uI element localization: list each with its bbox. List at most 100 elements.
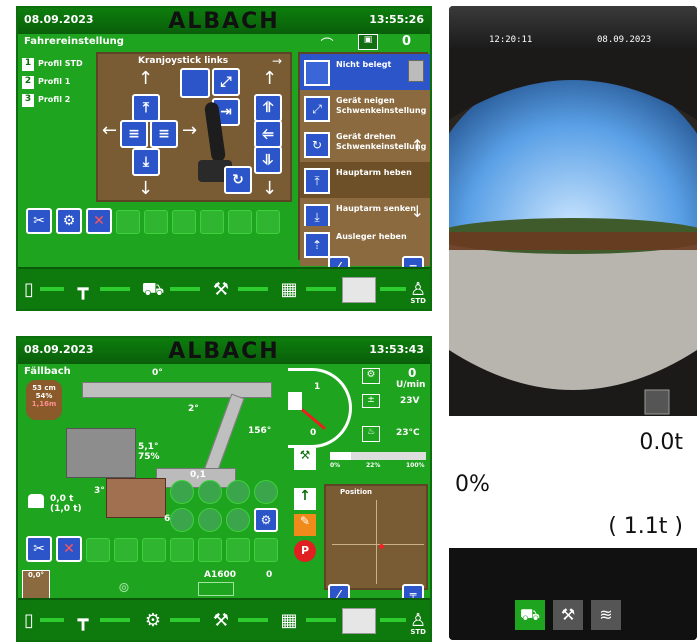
boom-lower-icon[interactable]: ⤓	[132, 148, 160, 176]
time-display: 13:55:26	[369, 13, 424, 26]
empty-slot[interactable]	[142, 538, 166, 562]
engine-icon[interactable]	[198, 582, 234, 596]
tool-slot-1-icon[interactable]: ✂	[26, 536, 52, 562]
rotor-down-icon[interactable]: ⥥	[254, 146, 282, 174]
function-slot[interactable]	[226, 508, 250, 532]
fuel-icon[interactable]: ▯	[22, 608, 36, 634]
empty-slot[interactable]	[200, 210, 224, 234]
empty-slot[interactable]	[116, 210, 140, 234]
weight-total: (1,0 t)	[50, 504, 82, 514]
crane-view-icon[interactable]: ⛟	[515, 600, 545, 630]
harvester-icon[interactable]: ⛟	[138, 277, 168, 303]
selected-slot-icon[interactable]	[180, 68, 210, 98]
function-active-icon[interactable]: ⚙	[254, 508, 278, 532]
function-list: Nicht belegt ⤢ Gerät neigen Schwenkeinst…	[298, 52, 430, 266]
profile-item[interactable]: 1 Profil STD	[22, 58, 92, 73]
arrow-left-icon: ←	[102, 120, 118, 141]
tool-slot-2-icon[interactable]: ✕	[56, 536, 82, 562]
function-row[interactable]: ↻ Gerät drehen Schwenkeinstellung ↑	[300, 126, 430, 166]
angle-box[interactable]: 0,0°	[22, 570, 50, 600]
camera-info-panel: 0.0t 0% ( 1.1t )	[449, 416, 697, 548]
function-slot[interactable]	[254, 480, 278, 504]
crane-mode-icon[interactable]: ▣	[358, 34, 378, 50]
slew-right-icon[interactable]: ≡	[150, 120, 178, 148]
rotor-up-icon[interactable]: ⥣	[254, 94, 282, 122]
arrow-up-icon[interactable]: ↑	[294, 488, 316, 510]
parking-brake-icon[interactable]: P	[294, 540, 316, 562]
position-pad[interactable]: Position	[324, 484, 428, 590]
tools-icon[interactable]: ⚒	[553, 600, 583, 630]
function-slot[interactable]	[198, 508, 222, 532]
swing-icon[interactable]: ↻	[224, 166, 252, 194]
empty-slot[interactable]	[226, 538, 250, 562]
tool-slot-1-icon[interactable]: ✂	[26, 208, 52, 234]
driver-settings-screen: 08.09.2023 ALBACH 13:55:26 Fahrereinstel…	[16, 6, 432, 311]
camera-image	[449, 50, 697, 416]
rotor-mid-icon[interactable]: ⥢	[254, 120, 282, 148]
profile-item[interactable]: 3 Profil 2	[22, 94, 92, 109]
tool-slot-3-icon[interactable]: ✕	[86, 208, 112, 234]
display-icon[interactable]	[342, 277, 376, 303]
tools-icon[interactable]: ⚒	[206, 277, 236, 303]
wifi-icon[interactable]: ≋	[591, 600, 621, 630]
function-slot[interactable]	[226, 480, 250, 504]
profile-number: 1	[22, 58, 34, 71]
empty-slot[interactable]	[198, 538, 222, 562]
steering-icon[interactable]: ⊚	[118, 580, 130, 596]
angle-value: 0,0°	[28, 571, 44, 579]
voltage-value: 23V	[400, 396, 420, 406]
trash-icon[interactable]	[408, 60, 424, 82]
fence-icon[interactable]: ▦	[274, 277, 304, 303]
display-icon[interactable]	[342, 608, 376, 634]
function-slot[interactable]	[170, 508, 194, 532]
separator	[380, 287, 406, 291]
bar-scale-min: 0%	[330, 462, 341, 469]
engine-icon: ⚙	[362, 368, 380, 384]
top-status-bar: 08.09.2023 ALBACH 13:55:26	[18, 8, 430, 34]
arrow-up-icon: ↑	[410, 136, 424, 155]
empty-slot[interactable]	[114, 538, 138, 562]
slew-left-icon[interactable]: ≡	[120, 120, 148, 148]
boom-graphic	[82, 382, 272, 398]
arrow-up-icon: ↑	[138, 68, 154, 89]
function-label: Gerät neigen Schwenkeinstellung	[336, 96, 427, 115]
rpm-unit: U/min	[396, 380, 426, 390]
function-slot[interactable]	[170, 480, 194, 504]
tools-icon[interactable]: ⚒	[206, 608, 236, 634]
joystick-panel: Kranjoystick links → ↑ ⤒ ← ≡ ≡ → ⤓ ↓ ⤢ ⇥…	[96, 52, 292, 202]
arrow-up-icon: ↑	[262, 68, 278, 89]
empty-slot[interactable]	[170, 538, 194, 562]
empty-slot[interactable]	[228, 210, 252, 234]
empty-slot[interactable]	[144, 210, 168, 234]
function-label: Ausleger heben	[336, 232, 407, 241]
function-label: Hauptarm heben	[336, 168, 412, 177]
tilt-icon[interactable]: ⤢	[212, 68, 240, 96]
cylinder-icon[interactable]: ┳	[68, 277, 98, 303]
empty-slot[interactable]	[256, 210, 280, 234]
profile-number: 3	[22, 94, 34, 107]
empty-slot[interactable]	[254, 538, 278, 562]
profile-item[interactable]: 2 Profil 1	[22, 76, 92, 91]
function-row[interactable]: Nicht belegt	[300, 54, 430, 94]
boom-raise-icon[interactable]: ⤒	[132, 94, 160, 122]
hammer-icon[interactable]: ⚒	[294, 448, 316, 470]
bottom-toolbar: ▯ ┳ ⛟ ⚒ ▦ ♙ STD	[18, 267, 430, 309]
cylinder-icon[interactable]: ┳	[68, 608, 98, 634]
camera-feed	[449, 50, 697, 416]
harvester-settings-icon[interactable]: ⚙	[138, 608, 168, 634]
fence-icon[interactable]: ▦	[274, 608, 304, 634]
function-slot[interactable]	[198, 480, 222, 504]
boom-icon[interactable]: ⌒	[316, 34, 338, 53]
function-row[interactable]: ⤢ Gerät neigen Schwenkeinstellung	[300, 90, 430, 130]
bar-scale-mid: 22%	[366, 462, 381, 469]
model-count: 0	[266, 570, 273, 580]
saw-graphic	[106, 478, 166, 518]
arrow-down-icon: ↓	[262, 178, 278, 199]
fuel-icon[interactable]: ▯	[22, 277, 36, 303]
tool-slot-2-icon[interactable]: ⚙	[56, 208, 82, 234]
function-row[interactable]: ⤒ Hauptarm heben	[300, 162, 430, 202]
empty-slot[interactable]	[86, 538, 110, 562]
wrench-icon[interactable]: ✎	[294, 514, 316, 536]
profile-label: Profil STD	[38, 59, 83, 68]
empty-slot[interactable]	[172, 210, 196, 234]
